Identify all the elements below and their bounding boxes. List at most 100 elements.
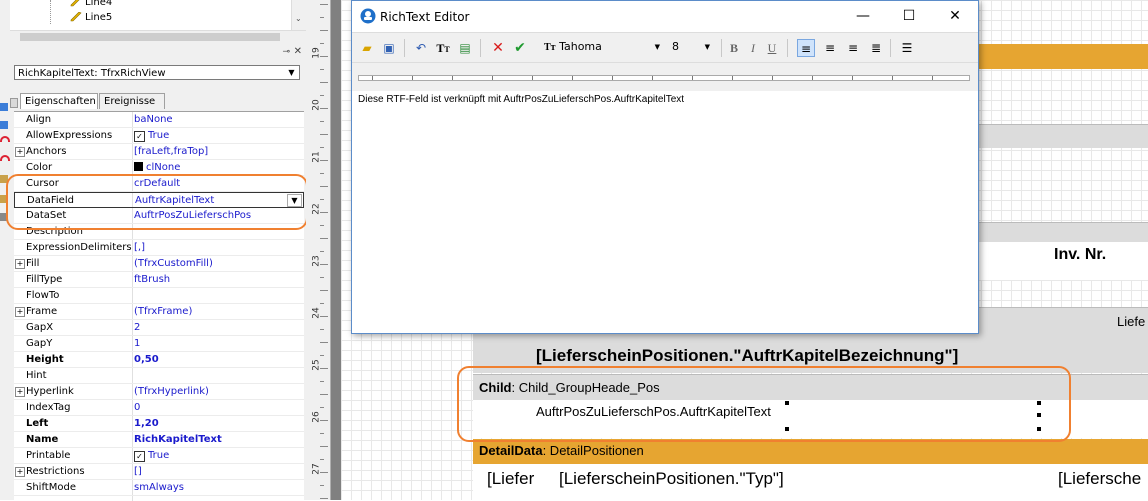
tab-ereignisse[interactable]: Ereignisse: [99, 93, 165, 109]
property-row[interactable]: Height 0,50: [14, 352, 304, 368]
property-row[interactable]: GapX 2: [14, 320, 304, 336]
editor-ruler[interactable]: [352, 62, 978, 92]
property-value[interactable]: (TfrxCustomFill): [134, 256, 304, 271]
property-row[interactable]: AllowExpressions ✓ True: [14, 128, 304, 144]
property-value[interactable]: (TfrxHyperlink): [134, 384, 304, 399]
expand-icon[interactable]: +: [15, 307, 25, 317]
inv-nr-label[interactable]: Inv. Nr.: [1054, 246, 1106, 264]
checkbox-icon[interactable]: ✓: [134, 131, 145, 142]
undo-icon[interactable]: ↶: [412, 39, 430, 57]
property-row[interactable]: + Frame (TfrxFrame): [14, 304, 304, 320]
chevron-down-icon[interactable]: ▼: [655, 38, 660, 56]
underline-icon[interactable]: U: [763, 39, 781, 57]
maximize-button[interactable]: ☐: [886, 1, 932, 32]
justify-icon[interactable]: ≣: [867, 39, 885, 57]
insert-field-icon[interactable]: ▤: [456, 39, 474, 57]
property-row[interactable]: Printable ✓ True: [14, 448, 304, 464]
liefer-label[interactable]: Liefe: [1117, 314, 1145, 329]
property-row[interactable]: IndexTag 0: [14, 400, 304, 416]
property-row[interactable]: Hint: [14, 368, 304, 384]
kapitel-bezeichnung-field[interactable]: [LieferscheinPositionen."AuftrKapitelBez…: [536, 346, 958, 366]
font-name-combo[interactable]: Tт Tahoma ▼: [541, 38, 663, 56]
ok-icon[interactable]: ✔: [511, 39, 529, 57]
italic-icon[interactable]: I: [744, 39, 762, 57]
scroll-thumb[interactable]: [20, 33, 280, 41]
property-value[interactable]: ftBrush: [134, 272, 304, 287]
pin-icon[interactable]: ⊸: [282, 47, 290, 57]
property-value[interactable]: RichKapitelText: [134, 432, 304, 447]
tool-icon[interactable]: [0, 121, 8, 129]
property-row[interactable]: FlowTo: [14, 288, 304, 304]
close-icon[interactable]: ✕: [294, 46, 302, 57]
tree-item[interactable]: Line5: [70, 11, 112, 25]
property-row[interactable]: Left 1,20: [14, 416, 304, 432]
splitter[interactable]: ⊸ ✕: [10, 46, 306, 58]
tool-icon[interactable]: [0, 103, 8, 111]
checkbox-icon[interactable]: ✓: [134, 451, 145, 462]
object-inspector: Line4 Line5 ⌄ ⊸ ✕ RichKapitelText: TfrxR…: [10, 0, 316, 501]
property-value[interactable]: (TfrxFrame): [134, 304, 304, 319]
title-bar[interactable]: RichText Editor — ☐ ✕: [352, 1, 978, 32]
minimize-button[interactable]: —: [840, 1, 886, 32]
detail-col-3[interactable]: [Liefersche: [1058, 469, 1141, 489]
detail-col-2[interactable]: [LieferscheinPositionen."Typ"]: [559, 469, 784, 489]
property-value[interactable]: smAlways: [134, 480, 304, 495]
expand-icon[interactable]: +: [15, 387, 25, 397]
tree-vertical-scrollbar[interactable]: ⌄: [291, 0, 306, 30]
open-folder-icon[interactable]: ▰: [358, 39, 376, 57]
bullet-list-icon[interactable]: ☰: [898, 39, 916, 57]
property-value[interactable]: 0: [134, 400, 304, 415]
align-right-icon[interactable]: ≡: [844, 39, 862, 57]
property-row[interactable]: ExpressionDelimiters [,]: [14, 240, 304, 256]
property-row[interactable]: GapY 1: [14, 336, 304, 352]
expand-icon[interactable]: +: [15, 147, 25, 157]
rich-text-area[interactable]: Diese RTF-Feld ist verknüpft mit AuftrPo…: [352, 91, 978, 333]
property-value[interactable]: [,]: [134, 240, 304, 255]
property-value[interactable]: ✓ True: [134, 128, 304, 143]
property-row[interactable]: Name RichKapitelText: [14, 432, 304, 448]
tree-item[interactable]: Line4: [70, 0, 112, 10]
close-button[interactable]: ✕: [932, 1, 978, 32]
property-value[interactable]: 1,20: [134, 416, 304, 431]
rich-text-content[interactable]: Diese RTF-Feld ist verknüpft mit AuftrPo…: [358, 94, 684, 105]
property-value[interactable]: 1: [134, 336, 304, 351]
arc-icon[interactable]: [0, 136, 10, 142]
tab-label: Ereignisse: [104, 96, 156, 107]
detail-data-band[interactable]: DetailData: DetailPositionen: [473, 439, 1148, 464]
scroll-down-icon[interactable]: ⌄: [295, 14, 302, 23]
save-icon[interactable]: ▣: [380, 39, 398, 57]
property-value[interactable]: clNone: [134, 160, 304, 175]
expand-icon[interactable]: +: [15, 259, 25, 269]
font-icon[interactable]: TT: [434, 39, 452, 57]
chevron-down-icon[interactable]: ▼: [705, 38, 710, 56]
property-value[interactable]: [fraLeft,fraTop]: [134, 144, 304, 159]
object-selector[interactable]: RichKapitelText: TfrxRichView ▼: [14, 65, 300, 80]
property-row[interactable]: Align baNone: [14, 112, 304, 128]
tab-eigenschaften[interactable]: Eigenschaften: [20, 93, 98, 109]
ruler-tick: [852, 76, 853, 80]
property-row[interactable]: FillType ftBrush: [14, 272, 304, 288]
expand-icon[interactable]: +: [15, 467, 25, 477]
property-row[interactable]: ShiftMode smAlways: [14, 480, 304, 496]
cancel-icon[interactable]: ✕: [489, 39, 507, 57]
property-row[interactable]: + Anchors [fraLeft,fraTop]: [14, 144, 304, 160]
font-size-combo[interactable]: 8 ▼: [669, 38, 713, 56]
align-left-icon[interactable]: ≡: [797, 39, 815, 57]
tree-horizontal-scrollbar[interactable]: [10, 30, 306, 43]
property-row[interactable]: + Restrictions []: [14, 464, 304, 480]
property-value[interactable]: ✓ True: [134, 448, 304, 463]
property-value[interactable]: baNone: [134, 112, 304, 127]
chevron-down-icon[interactable]: ▼: [285, 67, 298, 78]
property-value[interactable]: 2: [134, 320, 304, 335]
property-value[interactable]: 0,50: [134, 352, 304, 367]
ruler-number: 21: [311, 151, 322, 163]
bold-icon[interactable]: B: [725, 39, 743, 57]
ruler-tick: [732, 76, 733, 80]
property-row[interactable]: + Hyperlink (TfrxHyperlink): [14, 384, 304, 400]
arc-icon[interactable]: [0, 155, 10, 161]
detail-col-1[interactable]: [Liefer: [487, 469, 534, 489]
sort-icon[interactable]: [10, 98, 18, 108]
align-center-icon[interactable]: ≡: [821, 39, 839, 57]
property-row[interactable]: + Fill (TfrxCustomFill): [14, 256, 304, 272]
property-value[interactable]: []: [134, 464, 304, 479]
